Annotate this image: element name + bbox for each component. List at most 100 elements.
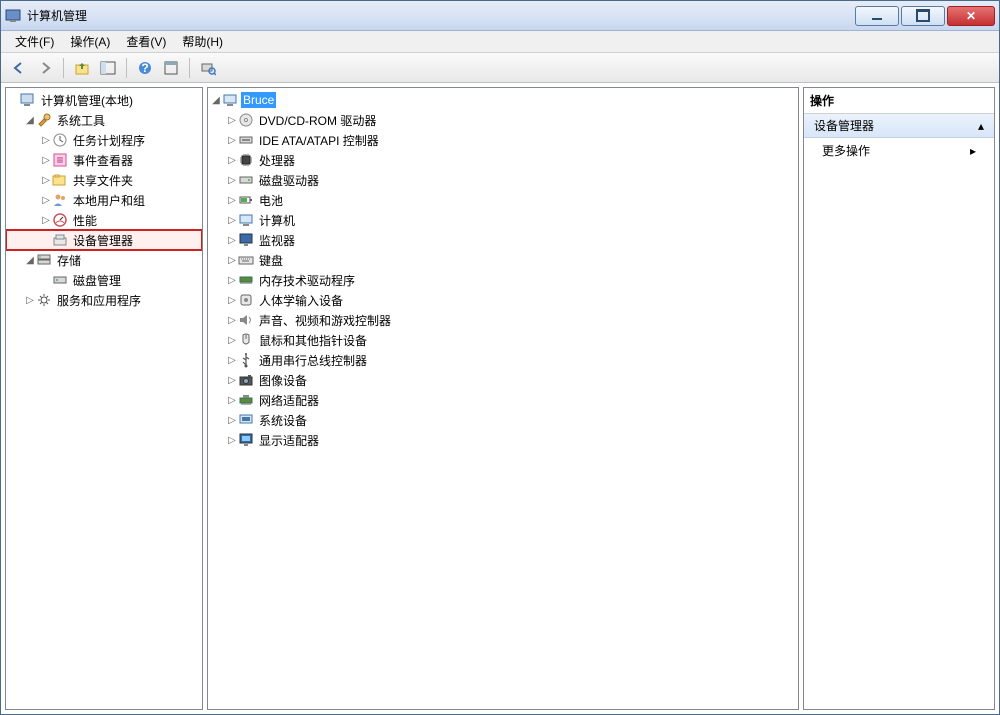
expand-icon[interactable]: ▷ [226, 155, 238, 166]
expand-icon[interactable]: ▷ [40, 155, 52, 166]
tree-label: 键盘 [257, 251, 285, 270]
computer-icon [238, 212, 254, 228]
tree-label: 系统设备 [257, 411, 309, 430]
tree-task-scheduler[interactable]: ▷ 任务计划程序 [6, 130, 202, 150]
device-category[interactable]: ▷ IDE ATA/ATAPI 控制器 [208, 130, 798, 150]
tree-performance[interactable]: ▷ 性能 [6, 210, 202, 230]
device-tree-pane[interactable]: ◢ Bruce ▷DVD/CD-ROM 驱动器 ▷ IDE ATA/ATAPI 控… [207, 87, 799, 710]
help-button[interactable]: ? [133, 56, 157, 80]
device-category[interactable]: ▷ 通用串行总线控制器 [208, 350, 798, 370]
device-category[interactable]: ▷电池 [208, 190, 798, 210]
device-category[interactable]: ▷ 键盘 [208, 250, 798, 270]
collapse-icon[interactable]: ◢ [24, 115, 36, 126]
tree-shared-folders[interactable]: ▷ 共享文件夹 [6, 170, 202, 190]
maximize-button[interactable] [901, 6, 945, 26]
tree-services-apps[interactable]: ▷ 服务和应用程序 [6, 290, 202, 310]
storage-icon [36, 252, 52, 268]
menu-view[interactable]: 查看(V) [118, 31, 174, 52]
device-tree: ◢ Bruce ▷DVD/CD-ROM 驱动器 ▷ IDE ATA/ATAPI 控… [208, 88, 798, 452]
actions-section[interactable]: 设备管理器 ▴ [804, 114, 994, 138]
tree-local-users[interactable]: ▷ 本地用户和组 [6, 190, 202, 210]
tree-storage[interactable]: ◢ 存储 [6, 250, 202, 270]
submenu-arrow-icon: ▸ [970, 144, 976, 158]
expand-icon[interactable]: ▷ [40, 195, 52, 206]
window-title: 计算机管理 [27, 7, 87, 24]
device-category[interactable]: ▷监视器 [208, 230, 798, 250]
forward-button[interactable] [33, 56, 57, 80]
memory-icon [238, 272, 254, 288]
tree-root[interactable]: 计算机管理(本地) [6, 90, 202, 110]
device-category[interactable]: ▷声音、视频和游戏控制器 [208, 310, 798, 330]
expand-icon[interactable]: ▷ [40, 135, 52, 146]
device-category[interactable]: ▷网络适配器 [208, 390, 798, 410]
collapse-icon[interactable]: ◢ [24, 255, 36, 266]
menubar: 文件(F) 操作(A) 查看(V) 帮助(H) [1, 31, 999, 53]
toolbar: ? [1, 53, 999, 83]
expand-icon[interactable]: ▷ [226, 375, 238, 386]
expand-icon[interactable]: ▷ [226, 415, 238, 426]
tree-label: 设备管理器 [71, 231, 135, 250]
device-category[interactable]: ▷内存技术驱动程序 [208, 270, 798, 290]
expand-icon[interactable]: ▷ [226, 335, 238, 346]
tree-label: IDE ATA/ATAPI 控制器 [257, 131, 381, 150]
cpu-icon [238, 152, 254, 168]
device-category[interactable]: ▷DVD/CD-ROM 驱动器 [208, 110, 798, 130]
minimize-button[interactable] [855, 6, 899, 26]
menu-file[interactable]: 文件(F) [7, 31, 62, 52]
toolbar-separator [63, 58, 64, 78]
scan-hardware-button[interactable] [196, 56, 220, 80]
actions-more[interactable]: 更多操作 ▸ [804, 138, 994, 163]
up-button[interactable] [70, 56, 94, 80]
device-root[interactable]: ◢ Bruce [208, 90, 798, 110]
properties-button[interactable] [159, 56, 183, 80]
tree-system-tools[interactable]: ◢ 系统工具 [6, 110, 202, 130]
tree-event-viewer[interactable]: ▷ ≡ 事件查看器 [6, 150, 202, 170]
expand-icon[interactable]: ▷ [24, 295, 36, 306]
collapse-arrow-icon: ▴ [978, 119, 984, 133]
collapse-icon[interactable]: ◢ [210, 95, 222, 106]
svg-text:≡: ≡ [56, 153, 63, 167]
expand-icon[interactable]: ▷ [226, 115, 238, 126]
titlebar[interactable]: 计算机管理 [1, 1, 999, 31]
show-hide-tree-button[interactable] [96, 56, 120, 80]
ide-icon [238, 132, 254, 148]
menu-help[interactable]: 帮助(H) [174, 31, 231, 52]
back-button[interactable] [7, 56, 31, 80]
expand-icon[interactable]: ▷ [226, 395, 238, 406]
content-area: 计算机管理(本地) ◢ 系统工具 ▷ 任务计划程序 ▷ ≡ 事件查看器 [1, 83, 999, 714]
dvd-icon [238, 112, 254, 128]
expand-icon[interactable]: ▷ [226, 135, 238, 146]
expand-icon[interactable]: ▷ [226, 355, 238, 366]
system-device-icon [238, 412, 254, 428]
device-category[interactable]: ▷计算机 [208, 210, 798, 230]
device-category[interactable]: ▷磁盘驱动器 [208, 170, 798, 190]
toolbar-separator [189, 58, 190, 78]
display-adapter-icon [238, 432, 254, 448]
expand-icon[interactable]: ▷ [226, 175, 238, 186]
close-button[interactable] [947, 6, 995, 26]
expand-icon[interactable]: ▷ [40, 175, 52, 186]
expand-icon[interactable]: ▷ [226, 255, 238, 266]
menu-action[interactable]: 操作(A) [62, 31, 118, 52]
device-category[interactable]: ▷处理器 [208, 150, 798, 170]
device-category[interactable]: ▷ 显示适配器 [208, 430, 798, 450]
device-category[interactable]: ▷图像设备 [208, 370, 798, 390]
tree-label: 通用串行总线控制器 [257, 351, 369, 370]
expand-icon[interactable]: ▷ [226, 215, 238, 226]
expand-icon[interactable]: ▷ [226, 275, 238, 286]
tree-label: 显示适配器 [257, 431, 321, 450]
expand-icon[interactable]: ▷ [226, 315, 238, 326]
expand-icon[interactable]: ▷ [226, 295, 238, 306]
device-category[interactable]: ▷ 系统设备 [208, 410, 798, 430]
console-tree-pane[interactable]: 计算机管理(本地) ◢ 系统工具 ▷ 任务计划程序 ▷ ≡ 事件查看器 [5, 87, 203, 710]
expand-icon[interactable]: ▷ [40, 215, 52, 226]
device-category[interactable]: ▷人体学输入设备 [208, 290, 798, 310]
tree-disk-mgmt[interactable]: 磁盘管理 [6, 270, 202, 290]
expand-icon[interactable]: ▷ [226, 195, 238, 206]
expand-icon[interactable]: ▷ [226, 235, 238, 246]
usb-icon [238, 352, 254, 368]
tree-device-manager[interactable]: 设备管理器 [6, 230, 202, 250]
device-manager-icon [52, 232, 68, 248]
expand-icon[interactable]: ▷ [226, 435, 238, 446]
device-category[interactable]: ▷鼠标和其他指针设备 [208, 330, 798, 350]
